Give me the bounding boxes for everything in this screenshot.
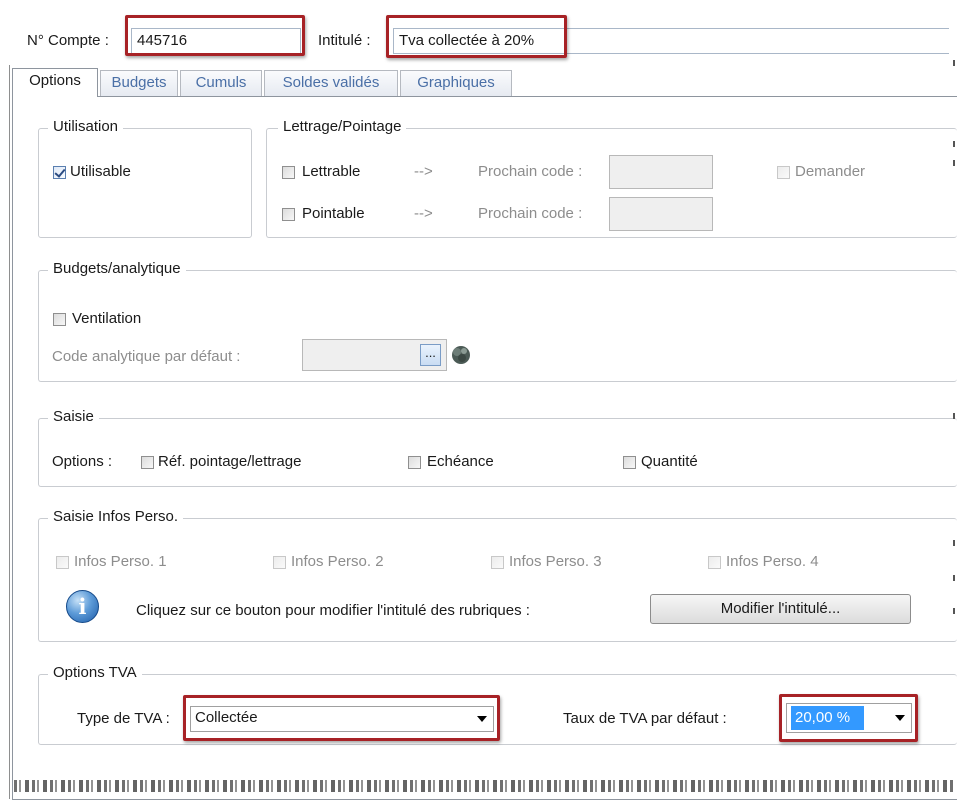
pointable-checkbox[interactable] — [282, 208, 295, 221]
edge-mark — [953, 413, 955, 419]
utilisation-group — [38, 128, 252, 238]
saisie-title: Saisie — [48, 408, 99, 426]
budgets-title: Budgets/analytique — [48, 260, 186, 278]
title-label: Intitulé : — [318, 32, 371, 49]
infos-perso-2-checkbox[interactable] — [273, 556, 286, 569]
infos-perso-2-label: Infos Perso. 2 — [291, 553, 384, 570]
edge-mark — [953, 60, 955, 66]
tva-rate-label: Taux de TVA par défaut : — [563, 710, 727, 727]
analytic-code-label: Code analytique par défaut : — [52, 348, 241, 365]
analytic-lookup-icon[interactable] — [449, 343, 471, 365]
saisie-options-label: Options : — [52, 453, 113, 470]
echeance-label: Echéance — [427, 453, 494, 470]
infos-perso-3-label: Infos Perso. 3 — [509, 553, 602, 570]
usable-label: Utilisable — [70, 163, 131, 180]
pointable-next-code-label: Prochain code : — [478, 205, 583, 222]
rename-hint: Cliquez sur ce bouton pour modifier l'in… — [136, 602, 530, 619]
ask-checkbox[interactable] — [777, 166, 790, 179]
usable-checkbox[interactable] — [53, 166, 66, 179]
info-icon: i — [66, 590, 99, 623]
lettrable-label: Lettrable — [302, 163, 361, 180]
ref-checkbox[interactable] — [141, 456, 154, 469]
tva-type-label: Type de TVA : — [77, 710, 170, 727]
title-highlight — [386, 15, 567, 58]
tab-soldes-valides[interactable]: Soldes validés — [264, 70, 398, 96]
tab-options[interactable]: Options — [12, 68, 98, 97]
torn-edge — [14, 780, 954, 792]
ref-label: Réf. pointage/lettrage — [158, 453, 302, 470]
infos-perso-1-checkbox[interactable] — [56, 556, 69, 569]
lettrable-next-code-label: Prochain code : — [478, 163, 583, 180]
edge-mark — [953, 575, 955, 581]
pointable-label: Pointable — [302, 205, 365, 222]
infos-perso-4-checkbox[interactable] — [708, 556, 721, 569]
browse-button[interactable]: ... — [420, 344, 441, 366]
lettrable-arrow: --> — [414, 163, 433, 180]
pointable-arrow: --> — [414, 205, 433, 222]
edge-mark — [953, 141, 955, 147]
account-number-highlight — [125, 15, 305, 56]
tva-title: Options TVA — [48, 664, 142, 682]
pointable-next-code-field[interactable] — [609, 197, 713, 231]
utilisation-title: Utilisation — [48, 118, 124, 136]
infos-perso-1-label: Infos Perso. 1 — [74, 553, 167, 570]
info-icon-glyph: i — [78, 594, 87, 619]
edge-mark — [953, 160, 955, 166]
lettrage-title: Lettrage/Pointage — [278, 118, 407, 136]
ventilation-label: Ventilation — [72, 310, 142, 327]
edge-mark — [953, 540, 955, 546]
ventilation-checkbox[interactable] — [53, 313, 66, 326]
quantite-checkbox[interactable] — [623, 456, 636, 469]
tva-rate-highlight — [779, 694, 918, 742]
echeance-checkbox[interactable] — [408, 456, 421, 469]
account-number-label: N° Compte : — [27, 32, 109, 49]
lettrable-checkbox[interactable] — [282, 166, 295, 179]
quantite-label: Quantité — [641, 453, 698, 470]
infos-perso-title: Saisie Infos Perso. — [48, 508, 184, 526]
tab-graphiques[interactable]: Graphiques — [400, 70, 512, 96]
infos-perso-3-checkbox[interactable] — [491, 556, 504, 569]
tab-budgets[interactable]: Budgets — [100, 70, 178, 96]
tab-cumuls[interactable]: Cumuls — [180, 70, 262, 96]
modify-title-button[interactable]: Modifier l'intitulé... — [650, 594, 911, 624]
ask-label: Demander — [795, 163, 866, 180]
tva-type-highlight — [183, 695, 500, 741]
infos-perso-4-label: Infos Perso. 4 — [726, 553, 819, 570]
edge-mark — [953, 608, 955, 614]
lettrable-next-code-field[interactable] — [609, 155, 713, 189]
